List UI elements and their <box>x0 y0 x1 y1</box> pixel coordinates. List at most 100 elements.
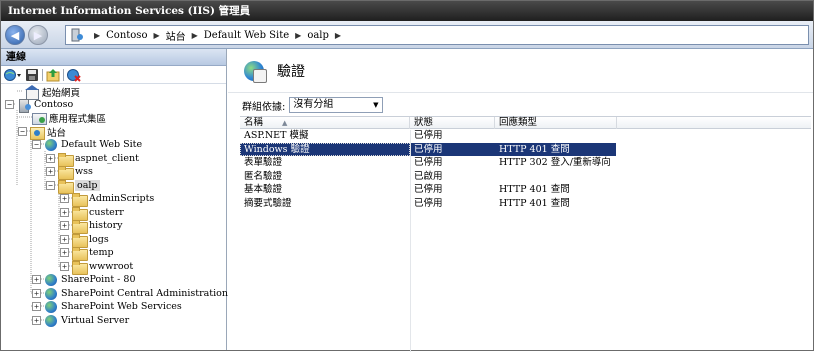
cell-name: ASP.NET 模擬 <box>244 130 309 141</box>
globe-icon <box>44 314 58 327</box>
list-row-basic-auth[interactable]: 基本驗證 已停用 HTTP 401 查問 <box>240 183 811 197</box>
expand-icon[interactable]: + <box>60 221 69 230</box>
expand-icon[interactable]: + <box>60 262 69 271</box>
connections-pane: 連線 起始網頁 − Contoso 應用程式集區 − 站台 − Default … <box>1 49 242 350</box>
connections-title: 連線 <box>6 52 26 63</box>
forward-arrow-icon: ▶ <box>33 28 43 42</box>
column-divider <box>410 130 411 352</box>
expand-icon[interactable]: + <box>32 302 41 311</box>
address-bar: ◀ ▶ ▶ Contoso ▶ 站台 ▶ Default Web Site ▶ … <box>1 21 813 49</box>
column-header-label: 狀態 <box>414 117 434 128</box>
tree-node-label: AdminScripts <box>89 193 155 204</box>
folder-icon <box>72 192 88 207</box>
collapse-icon[interactable]: − <box>46 181 55 190</box>
app-folder-icon <box>58 179 74 194</box>
column-header-name[interactable]: 名稱 ▲ <box>240 117 410 129</box>
authentication-list: 名稱 ▲ 狀態 回應類型 ASP.NET 模擬 已停用 Windows 驗證 已… <box>240 116 811 352</box>
tree-node-label: Contoso <box>34 99 74 110</box>
expand-icon[interactable]: + <box>46 167 55 176</box>
tree-node-logs[interactable]: + logs <box>60 233 109 248</box>
breadcrumb-sites[interactable]: 站台 <box>166 28 186 43</box>
list-row-aspnet-impersonation[interactable]: ASP.NET 模擬 已停用 <box>240 129 811 143</box>
tree-node-label: Default Web Site <box>61 139 143 150</box>
tree-node-wwwroot[interactable]: + wwwroot <box>60 260 133 275</box>
tree-node-history[interactable]: + history <box>60 219 123 234</box>
tree-node-label: custerr <box>89 207 124 218</box>
page-header: 驗證 <box>228 49 813 93</box>
cell-response-type: HTTP 401 查問 <box>499 143 570 155</box>
cell-response-type: HTTP 401 查問 <box>499 184 570 196</box>
up-level-icon[interactable] <box>46 68 60 82</box>
tree-node-label: aspnet_client <box>75 153 139 164</box>
tree-node-sharepoint-central-admin[interactable]: + SharePoint Central Administration v4 <box>32 287 242 300</box>
tree-node-start-page[interactable]: 起始網頁 <box>13 84 80 100</box>
breadcrumb[interactable]: ▶ Contoso ▶ 站台 ▶ Default Web Site ▶ oalp… <box>65 25 809 45</box>
connections-header: 連線 <box>1 49 226 66</box>
breadcrumb-oalp[interactable]: oalp <box>307 30 329 41</box>
list-row-windows-auth[interactable]: Windows 驗證 已停用 HTTP 401 查問 <box>240 142 616 157</box>
cell-status: 已停用 <box>414 184 443 196</box>
tree-node-app-pools[interactable]: 應用程式集區 <box>32 111 107 125</box>
globe-icon <box>44 287 58 300</box>
expand-icon[interactable]: + <box>46 154 55 163</box>
tree-node-adminscripts[interactable]: + AdminScripts <box>60 192 155 207</box>
cell-name: Windows 驗證 <box>240 142 410 157</box>
tree-node-label: SharePoint Web Services <box>61 301 182 312</box>
tree-node-wss[interactable]: + wss <box>46 165 93 180</box>
tree-node-temp[interactable]: + temp <box>60 246 114 261</box>
tree-node-label: history <box>89 220 123 231</box>
breadcrumb-separator-icon[interactable]: ▶ <box>153 31 159 40</box>
tree-node-default-web-site[interactable]: − Default Web Site <box>32 138 142 151</box>
cell-response-type <box>495 129 645 143</box>
expand-icon[interactable]: + <box>32 289 41 298</box>
breadcrumb-separator-icon[interactable]: ▶ <box>94 31 100 40</box>
folder-icon <box>58 165 74 180</box>
list-row-digest-auth[interactable]: 摘要式驗證 已停用 HTTP 401 查問 <box>240 197 811 211</box>
cell-name: 匿名驗證 <box>244 170 283 182</box>
connect-globe-icon[interactable] <box>4 68 21 82</box>
tree-node-oalp[interactable]: − oalp <box>46 179 100 194</box>
group-by-value: 沒有分組 <box>293 99 334 110</box>
tree-node-label: 應用程式集區 <box>49 113 107 125</box>
expand-icon[interactable]: + <box>32 275 41 284</box>
breadcrumb-contoso[interactable]: Contoso <box>106 30 147 41</box>
cell-response-type: HTTP 302 登入/重新導向 <box>499 157 611 169</box>
tree-node-label: temp <box>89 247 114 258</box>
group-by-dropdown[interactable]: 沒有分組 ▼ <box>289 97 384 113</box>
breadcrumb-separator-icon[interactable]: ▶ <box>295 31 301 40</box>
list-row-forms-auth[interactable]: 表單驗證 已停用 HTTP 302 登入/重新導向 <box>240 156 811 170</box>
disconnect-icon[interactable] <box>67 68 81 82</box>
tree-node-virtual-server[interactable]: + Virtual Server <box>32 314 129 327</box>
tree-node-sites[interactable]: − 站台 <box>18 125 67 140</box>
tree-node-contoso[interactable]: − Contoso <box>5 98 74 113</box>
column-header-response-type[interactable]: 回應類型 <box>495 117 617 129</box>
expand-icon[interactable]: + <box>60 194 69 203</box>
tree-node-sharepoint-80[interactable]: + SharePoint - 80 <box>32 273 136 286</box>
expand-icon[interactable]: + <box>32 316 41 325</box>
breadcrumb-default-web-site[interactable]: Default Web Site <box>204 30 289 41</box>
expand-icon[interactable]: + <box>60 208 69 217</box>
tree-node-label: logs <box>89 234 109 245</box>
collapse-icon[interactable]: − <box>32 140 41 149</box>
breadcrumb-separator-icon[interactable]: ▶ <box>335 31 341 40</box>
column-header-status[interactable]: 狀態 <box>410 117 495 129</box>
dropdown-arrow-icon[interactable]: ▼ <box>369 98 383 112</box>
column-header-label: 名稱 <box>244 117 264 128</box>
cell-name: 基本驗證 <box>244 184 283 196</box>
back-button[interactable]: ◀ <box>5 25 25 45</box>
tree-node-label: 站台 <box>47 127 67 139</box>
collapse-icon[interactable]: − <box>18 127 27 136</box>
tree-node-aspnet-client[interactable]: + aspnet_client <box>46 152 139 167</box>
column-header-label: 回應類型 <box>499 117 538 128</box>
breadcrumb-separator-icon[interactable]: ▶ <box>192 31 198 40</box>
save-icon[interactable] <box>25 68 39 82</box>
list-row-anonymous-auth[interactable]: 匿名驗證 已啟用 <box>240 170 811 184</box>
forward-button[interactable]: ▶ <box>28 25 48 45</box>
expand-icon[interactable]: + <box>60 235 69 244</box>
tree-node-custerr[interactable]: + custerr <box>60 206 124 221</box>
expand-icon[interactable]: + <box>60 248 69 257</box>
collapse-icon[interactable]: − <box>5 100 14 109</box>
cell-status: 已啟用 <box>414 170 443 182</box>
cell-name: 表單驗證 <box>244 157 283 169</box>
tree-node-sharepoint-web-services[interactable]: + SharePoint Web Services <box>32 300 182 313</box>
